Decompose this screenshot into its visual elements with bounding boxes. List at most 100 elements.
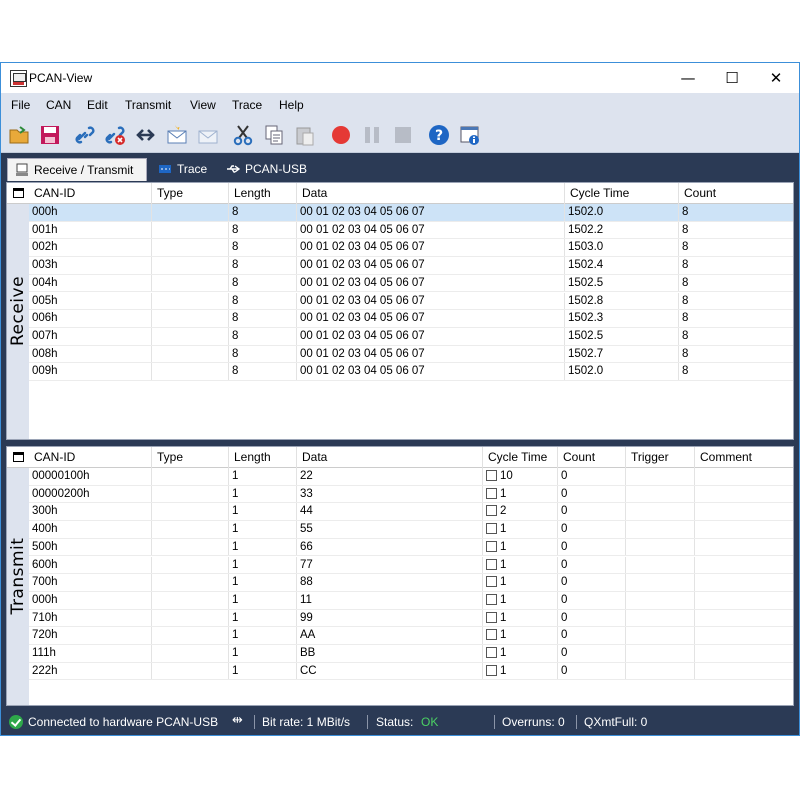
- transmit-header: CAN-ID Type Length Data Cycle Time Count Trigg…: [7, 447, 793, 468]
- cell-type: [152, 538, 229, 556]
- cycle-checkbox[interactable]: [486, 470, 497, 481]
- table-row[interactable]: 720h 1 AA 1 0: [29, 627, 793, 645]
- column-header-can-id[interactable]: CAN-ID: [29, 447, 152, 468]
- column-header-count[interactable]: Count: [679, 183, 793, 204]
- maximize-button[interactable]: ☐: [709, 63, 755, 93]
- cell-cycle-time: 1: [483, 556, 558, 574]
- column-header-can-id[interactable]: CAN-ID: [29, 183, 152, 204]
- table-row[interactable]: 002h 8 00 01 02 03 04 05 06 07 1503.0 8: [29, 239, 793, 258]
- menu-can[interactable]: CAN: [46, 98, 71, 112]
- help-icon[interactable]: ?: [428, 124, 450, 146]
- cycle-checkbox[interactable]: [486, 558, 497, 570]
- cell-can-id: 400h: [29, 521, 152, 538]
- column-header-cycle-time[interactable]: Cycle Time: [483, 447, 558, 468]
- disconnect-icon[interactable]: [104, 124, 126, 146]
- connect-icon[interactable]: [74, 124, 96, 146]
- column-chooser-icon[interactable]: [13, 452, 24, 462]
- save-icon[interactable]: [39, 124, 61, 146]
- open-folder-icon[interactable]: [8, 124, 30, 146]
- table-row[interactable]: 300h 1 44 2 0: [29, 503, 793, 522]
- menu-trace[interactable]: Trace: [232, 98, 262, 112]
- status-label: Status:: [376, 715, 414, 729]
- menu-file[interactable]: File: [11, 98, 30, 112]
- new-message-icon[interactable]: [166, 124, 188, 146]
- table-row[interactable]: 000h 1 11 1 0: [29, 591, 793, 610]
- column-header-data[interactable]: Data: [297, 447, 483, 468]
- cell-trigger: [626, 538, 695, 556]
- cycle-checkbox[interactable]: [486, 593, 497, 605]
- column-header-trigger[interactable]: Trigger: [626, 447, 695, 468]
- cycle-time-value: 1: [500, 664, 507, 677]
- paste-icon[interactable]: [294, 124, 316, 146]
- cell-length: 1: [229, 521, 297, 538]
- menu-edit[interactable]: Edit: [87, 98, 108, 112]
- cell-count: 8: [679, 310, 793, 327]
- cell-cycle-time: 1: [483, 574, 558, 591]
- cycle-checkbox[interactable]: [486, 487, 497, 499]
- cycle-checkbox[interactable]: [486, 629, 497, 641]
- cycle-checkbox[interactable]: [486, 523, 497, 535]
- column-header-length[interactable]: Length: [229, 447, 297, 468]
- table-row[interactable]: 005h 8 00 01 02 03 04 05 06 07 1502.8 8: [29, 292, 793, 311]
- column-header-comment[interactable]: Comment: [695, 447, 793, 468]
- table-row[interactable]: 00000100h 1 22 10 0: [29, 468, 793, 486]
- cycle-checkbox[interactable]: [486, 611, 497, 623]
- copy-icon[interactable]: [263, 124, 285, 146]
- stop-icon[interactable]: [392, 124, 414, 146]
- tab-receive-transmit[interactable]: Receive / Transmit: [7, 158, 147, 181]
- cell-count: 8: [679, 204, 793, 221]
- column-header-type[interactable]: Type: [152, 447, 229, 468]
- cycle-checkbox[interactable]: [486, 576, 497, 588]
- cell-type: [152, 574, 229, 591]
- cell-count: 0: [558, 574, 626, 591]
- table-row[interactable]: 003h 8 00 01 02 03 04 05 06 07 1502.4 8: [29, 257, 793, 275]
- cycle-checkbox[interactable]: [486, 540, 497, 552]
- close-button[interactable]: ✕: [753, 63, 799, 93]
- cell-data: 44: [297, 503, 483, 521]
- table-row[interactable]: 000h 8 00 01 02 03 04 05 06 07 1502.0 8: [29, 204, 793, 222]
- table-row[interactable]: 500h 1 66 1 0: [29, 538, 793, 557]
- table-row[interactable]: 710h 1 99 1 0: [29, 609, 793, 628]
- table-row[interactable]: 600h 1 77 1 0: [29, 556, 793, 575]
- table-row[interactable]: 001h 8 00 01 02 03 04 05 06 07 1502.2 8: [29, 221, 793, 240]
- table-row[interactable]: 222h 1 CC 1 0: [29, 662, 793, 681]
- cell-comment: [695, 627, 793, 644]
- column-header-type[interactable]: Type: [152, 183, 229, 204]
- cycle-time-value: 1: [500, 487, 507, 500]
- edit-message-icon[interactable]: [197, 124, 219, 146]
- table-row[interactable]: 00000200h 1 33 1 0: [29, 485, 793, 504]
- minimize-button[interactable]: —: [665, 63, 711, 93]
- column-header-cycle-time[interactable]: Cycle Time: [565, 183, 679, 204]
- svg-text:?: ?: [435, 128, 443, 144]
- table-row[interactable]: 008h 8 00 01 02 03 04 05 06 07 1502.7 8: [29, 345, 793, 364]
- menu-view[interactable]: View: [190, 98, 216, 112]
- table-row[interactable]: 111h 1 BB 1 0: [29, 645, 793, 663]
- cycle-checkbox[interactable]: [486, 647, 497, 658]
- table-row[interactable]: 700h 1 88 1 0: [29, 574, 793, 592]
- properties-icon[interactable]: [459, 124, 481, 146]
- transmit-label: Transmit: [8, 537, 28, 615]
- table-row[interactable]: 400h 1 55 1 0: [29, 521, 793, 539]
- column-header-length[interactable]: Length: [229, 183, 297, 204]
- reset-icon[interactable]: [135, 124, 157, 146]
- table-row[interactable]: 007h 8 00 01 02 03 04 05 06 07 1502.5 8: [29, 327, 793, 346]
- menu-help[interactable]: Help: [279, 98, 304, 112]
- connected-icon: [9, 715, 23, 729]
- table-row[interactable]: 004h 8 00 01 02 03 04 05 06 07 1502.5 8: [29, 274, 793, 293]
- column-header-count[interactable]: Count: [558, 447, 626, 468]
- cell-data: 00 01 02 03 04 05 06 07: [297, 345, 565, 363]
- cycle-checkbox[interactable]: [486, 505, 497, 517]
- cut-icon[interactable]: [232, 124, 254, 146]
- column-chooser-icon[interactable]: [13, 188, 24, 198]
- table-row[interactable]: 006h 8 00 01 02 03 04 05 06 07 1502.3 8: [29, 310, 793, 328]
- tab-trace[interactable]: Trace: [151, 158, 215, 181]
- table-row[interactable]: 009h 8 00 01 02 03 04 05 06 07 1502.0 8: [29, 363, 793, 381]
- column-header-data[interactable]: Data: [297, 183, 565, 204]
- pause-icon[interactable]: [361, 124, 383, 146]
- cell-cycle-time: 1502.8: [565, 292, 679, 310]
- record-icon[interactable]: [330, 124, 352, 146]
- tab-pcan-usb[interactable]: PCAN-USB: [219, 158, 311, 181]
- cycle-checkbox[interactable]: [486, 664, 497, 676]
- menu-transmit[interactable]: Transmit: [125, 98, 171, 112]
- cell-count: 0: [558, 521, 626, 538]
